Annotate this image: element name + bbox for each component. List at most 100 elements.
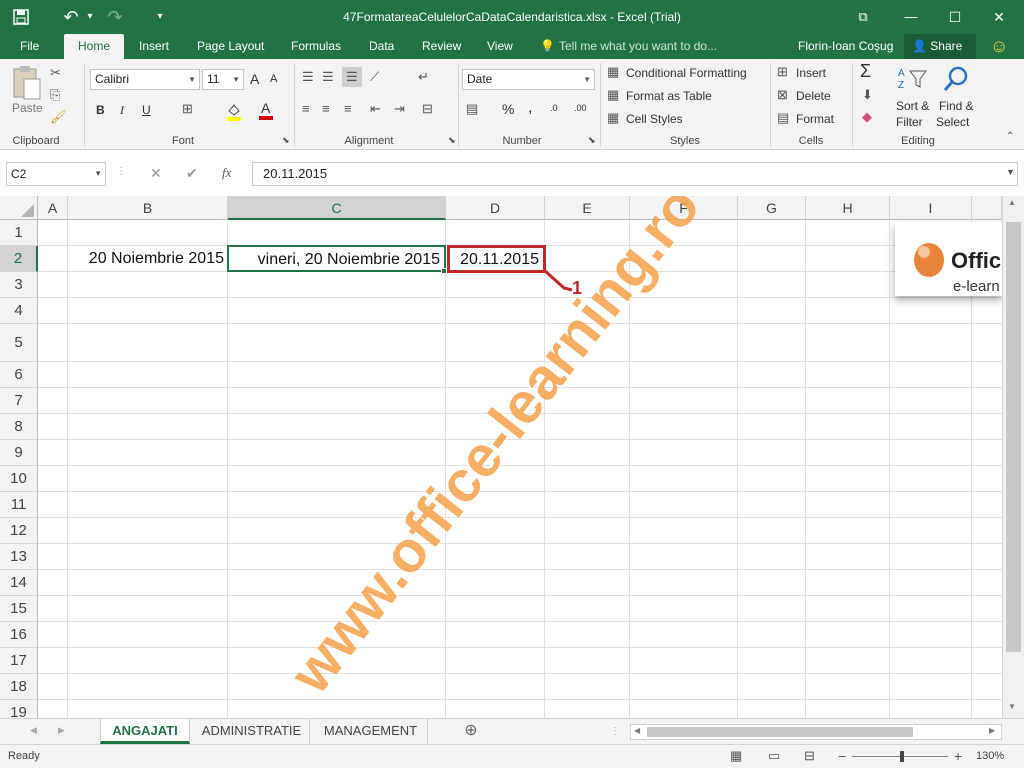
merge-center-icon[interactable]: ⊟ [422,101,433,117]
scroll-right-icon[interactable]: ▶ [989,726,995,735]
dialog-launcher-icon[interactable]: ⬊ [282,135,290,146]
scroll-prev-sheet-icon[interactable]: ◀ [30,725,37,736]
fill-icon[interactable]: ⬇ [862,87,873,103]
fill-color-icon[interactable] [226,101,242,121]
column-header-i[interactable]: I [890,196,972,220]
find-select-label-1[interactable]: Find & [939,99,974,113]
close-button[interactable]: ✕ [984,0,1014,34]
row-header-16[interactable]: 16 [0,622,38,648]
feedback-smiley-icon[interactable]: ☺ [990,34,1008,59]
bold-button[interactable]: B [96,103,105,117]
formula-input[interactable]: 20.11.2015 [252,162,1018,186]
row-header-17[interactable]: 17 [0,648,38,674]
page-layout-view-icon[interactable]: ▭ [768,748,780,764]
font-size-combo[interactable]: 11 ▼ [202,69,244,90]
tab-formulas[interactable]: Formulas [291,34,341,59]
row-header-5[interactable]: 5 [0,324,38,362]
wrap-text-icon[interactable]: ↵ [418,69,429,85]
tab-home[interactable]: Home [64,34,125,59]
clear-icon[interactable]: ◆ [862,109,872,125]
insert-function-icon[interactable]: fx [222,165,231,181]
shrink-font-icon[interactable]: A [270,73,277,85]
scroll-up-icon[interactable]: ▲ [1008,198,1016,207]
zoom-out-button[interactable]: − [838,748,846,764]
tab-page-layout[interactable]: Page Layout [197,34,264,59]
copy-icon[interactable]: ⎘ [50,87,60,103]
decrease-indent-icon[interactable]: ⇤ [370,101,381,117]
comma-button[interactable]: , [528,99,532,117]
scroll-left-icon[interactable]: ◀ [634,726,640,735]
increase-indent-icon[interactable]: ⇥ [394,101,405,117]
row-header-12[interactable]: 12 [0,518,38,544]
conditional-formatting-button[interactable]: Conditional Formatting [626,66,747,80]
column-header-d[interactable]: D [446,196,545,220]
row-header-15[interactable]: 15 [0,596,38,622]
horizontal-scroll-thumb[interactable] [647,727,913,737]
row-header-14[interactable]: 14 [0,570,38,596]
row-header-19[interactable]: 19 [0,700,38,718]
row-header-18[interactable]: 18 [0,674,38,700]
row-header-10[interactable]: 10 [0,466,38,492]
insert-cells-button[interactable]: Insert [796,66,826,80]
align-center-icon[interactable]: ≡ [322,101,330,116]
column-header-h[interactable]: H [806,196,890,220]
tell-me-box[interactable]: Tell me what you want to do... [559,34,717,59]
borders-icon[interactable]: ⊞ [182,101,193,117]
normal-view-icon[interactable]: ▦ [730,748,742,764]
column-header-c[interactable]: C [228,196,446,220]
enter-icon[interactable]: ✔ [186,165,198,182]
sheet-tab-management[interactable]: MANAGEMENT [314,719,428,744]
zoom-in-button[interactable]: + [954,748,962,764]
sort-filter-label-2[interactable]: Filter [896,115,923,129]
tab-view[interactable]: View [487,34,513,59]
font-color-icon[interactable]: A [258,99,274,121]
zoom-level[interactable]: 130% [976,750,1004,762]
row-header-8[interactable]: 8 [0,414,38,440]
expand-formula-icon[interactable]: ▼ [1006,167,1015,177]
row-header-2[interactable]: 2 [0,246,38,272]
decrease-decimal-button[interactable]: .00 [574,103,587,113]
paste-icon[interactable] [10,65,42,103]
cell-c2[interactable]: vineri, 20 Noiembrie 2015 [227,245,446,272]
tab-data[interactable]: Data [369,34,394,59]
align-right-icon[interactable]: ≡ [344,101,352,116]
cut-icon[interactable]: ✂ [50,65,61,81]
horizontal-scrollbar[interactable]: ◀ ▶ [630,724,1002,740]
dialog-launcher-icon[interactable]: ⬊ [588,135,596,146]
share-button[interactable]: 👤 Share [904,34,976,59]
row-header-6[interactable]: 6 [0,362,38,388]
format-cells-button[interactable]: Format [796,112,834,126]
underline-button[interactable]: U [142,103,151,117]
column-header-a[interactable]: A [38,196,68,220]
page-break-view-icon[interactable]: ⊟ [804,748,815,764]
format-painter-icon[interactable]: 🖌 [50,109,67,125]
name-box[interactable]: C2 ▼ [6,162,106,186]
user-name[interactable]: Florin-Ioan Coşug [798,34,893,59]
sheet-tab-angajati[interactable]: ANGAJATI [100,719,190,744]
align-middle-icon[interactable]: ☰ [322,69,334,85]
column-header-g[interactable]: G [738,196,806,220]
align-left-icon[interactable]: ≡ [302,101,310,116]
maximize-button[interactable]: ☐ [940,0,970,34]
column-header-e[interactable]: E [545,196,630,220]
ribbon-display-icon[interactable]: ⧉ [848,0,878,34]
cell-d2[interactable]: 20.11.2015 [447,245,546,273]
row-header-7[interactable]: 7 [0,388,38,414]
undo-dropdown-icon[interactable]: ▾ [84,0,96,34]
row-header-13[interactable]: 13 [0,544,38,570]
tab-review[interactable]: Review [422,34,461,59]
redo-icon[interactable]: ↷ [104,0,126,34]
increase-decimal-button[interactable]: .0 [550,103,558,113]
row-header-9[interactable]: 9 [0,440,38,466]
italic-button[interactable]: I [120,103,124,118]
select-all-corner[interactable] [0,196,38,220]
sheet-tab-administratie[interactable]: ADMINISTRATIE [194,719,310,744]
font-name-combo[interactable]: Calibri ▼ [90,69,200,90]
grow-font-icon[interactable]: A [250,71,259,87]
row-header-1[interactable]: 1 [0,220,38,246]
minimize-button[interactable]: — [896,0,926,34]
vertical-scrollbar[interactable]: ▲ ▼ [1002,196,1024,718]
currency-icon[interactable]: ▤ [466,101,478,117]
autosum-icon[interactable]: Σ [860,61,871,82]
tab-file[interactable]: File [20,34,39,59]
